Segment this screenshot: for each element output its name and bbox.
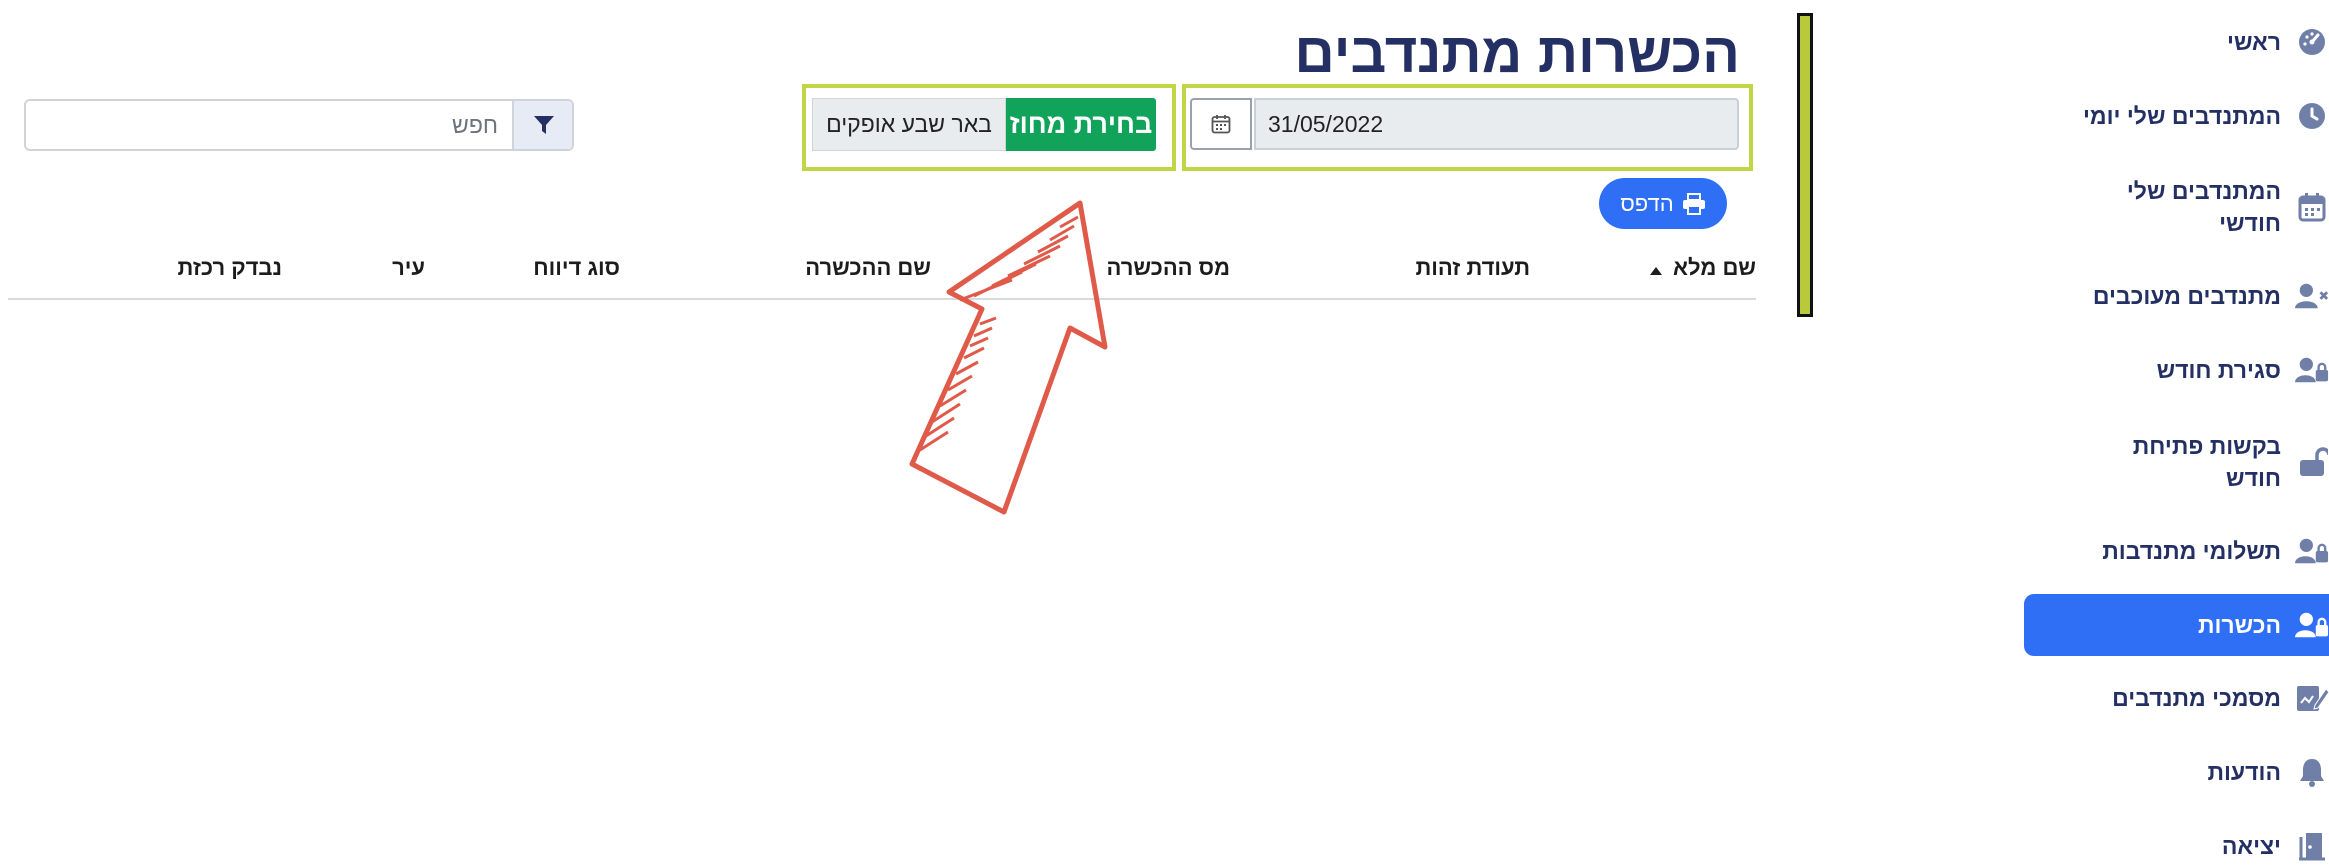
sidebar-item-label: המתנדבים שלי יומי bbox=[2082, 103, 2281, 129]
sidebar-item-documents[interactable]: מסמכי מתנדבים bbox=[2024, 676, 2329, 720]
sidebar-item-monthly[interactable]: המתנדבים שלי חודשי bbox=[2024, 170, 2329, 244]
sidebar-item-daily[interactable]: המתנדבים שלי יומי bbox=[2024, 94, 2329, 138]
district-value: באר שבע אופקים bbox=[812, 98, 1006, 151]
sort-asc-icon bbox=[1649, 249, 1663, 289]
sidebar-item-label: בקשות פתיחת חודש bbox=[2132, 433, 2281, 491]
sidebar-item-payments[interactable]: תשלומי מתנדבות bbox=[2024, 529, 2329, 573]
sidebar-item-delayed[interactable]: מתנדבים מעוכבים bbox=[2024, 274, 2329, 318]
clock-icon bbox=[2295, 99, 2329, 133]
column-full-name[interactable]: שם מלא bbox=[1649, 248, 1756, 289]
filter-button[interactable] bbox=[512, 101, 572, 149]
column-report-type[interactable]: סוג דיווח bbox=[533, 248, 620, 288]
highlight-marker bbox=[1797, 13, 1813, 317]
sidebar-item-trainings[interactable]: הכשרות bbox=[2024, 594, 2329, 656]
sidebar-item-label: מסמכי מתנדבים bbox=[2112, 685, 2281, 711]
date-input[interactable]: 31/05/2022 bbox=[1254, 98, 1739, 150]
user-x-icon bbox=[2295, 279, 2329, 313]
sidebar-item-label: מתנדבים מעוכבים bbox=[2092, 283, 2281, 309]
column-id-number[interactable]: תעודת זהות bbox=[1415, 248, 1530, 288]
search-input[interactable] bbox=[26, 101, 512, 149]
annotation-arrow bbox=[909, 200, 1108, 515]
print-button[interactable]: הדפס bbox=[1599, 178, 1727, 229]
search-box bbox=[24, 99, 574, 151]
calendar-icon bbox=[1211, 114, 1231, 134]
sidebar-item-label: סגירת חודש bbox=[2156, 357, 2281, 383]
sidebar-item-label: תשלומי מתנדבות bbox=[2102, 538, 2281, 564]
door-exit-icon bbox=[2295, 829, 2329, 863]
column-city[interactable]: עיר bbox=[392, 248, 425, 288]
printer-icon bbox=[1682, 192, 1706, 215]
date-picker-button[interactable] bbox=[1190, 98, 1252, 150]
page-title: הכשרות מתנדבים bbox=[1294, 21, 1740, 84]
user-lock-icon bbox=[2295, 608, 2329, 642]
sidebar-item-home[interactable]: ראשי bbox=[2024, 20, 2329, 64]
column-training-number[interactable]: מס ההכשרה bbox=[1106, 248, 1230, 288]
user-lock-icon bbox=[2295, 353, 2329, 387]
sidebar-item-label: יציאה bbox=[2221, 833, 2281, 859]
gauge-icon bbox=[2295, 25, 2329, 59]
sidebar-item-month-close[interactable]: סגירת חודש bbox=[2024, 348, 2329, 392]
sidebar-item-label: ראשי bbox=[2227, 29, 2281, 55]
document-pen-icon bbox=[2295, 681, 2329, 715]
sidebar: ראשי המתנדבים שלי יומי המתנדבים שלי חודש… bbox=[2020, 0, 2329, 862]
sidebar-item-messages[interactable]: הודעות bbox=[2024, 750, 2329, 794]
select-district-button[interactable]: בחירת מחוז bbox=[1006, 98, 1156, 151]
user-lock-icon bbox=[2295, 534, 2329, 568]
print-button-label: הדפס bbox=[1620, 190, 1674, 216]
sidebar-item-label: הודעות bbox=[2207, 759, 2281, 785]
bell-icon bbox=[2295, 755, 2329, 789]
sidebar-item-open-requests[interactable]: בקשות פתיחת חודש bbox=[2024, 425, 2329, 499]
column-checked-by-coordinator[interactable]: נבדק רכזת bbox=[178, 248, 282, 288]
calendar-icon bbox=[2295, 190, 2329, 224]
sidebar-item-logout[interactable]: יציאה bbox=[2024, 824, 2329, 868]
filter-icon bbox=[533, 114, 555, 136]
table-header: שם מלא תעודת זהות מס ההכשרה שם ההכשרה סו… bbox=[8, 248, 1756, 300]
unlock-icon bbox=[2295, 445, 2329, 479]
sidebar-item-label: הכשרות bbox=[2197, 612, 2281, 638]
sidebar-item-label: המתנדבים שלי חודשי bbox=[2126, 178, 2281, 236]
